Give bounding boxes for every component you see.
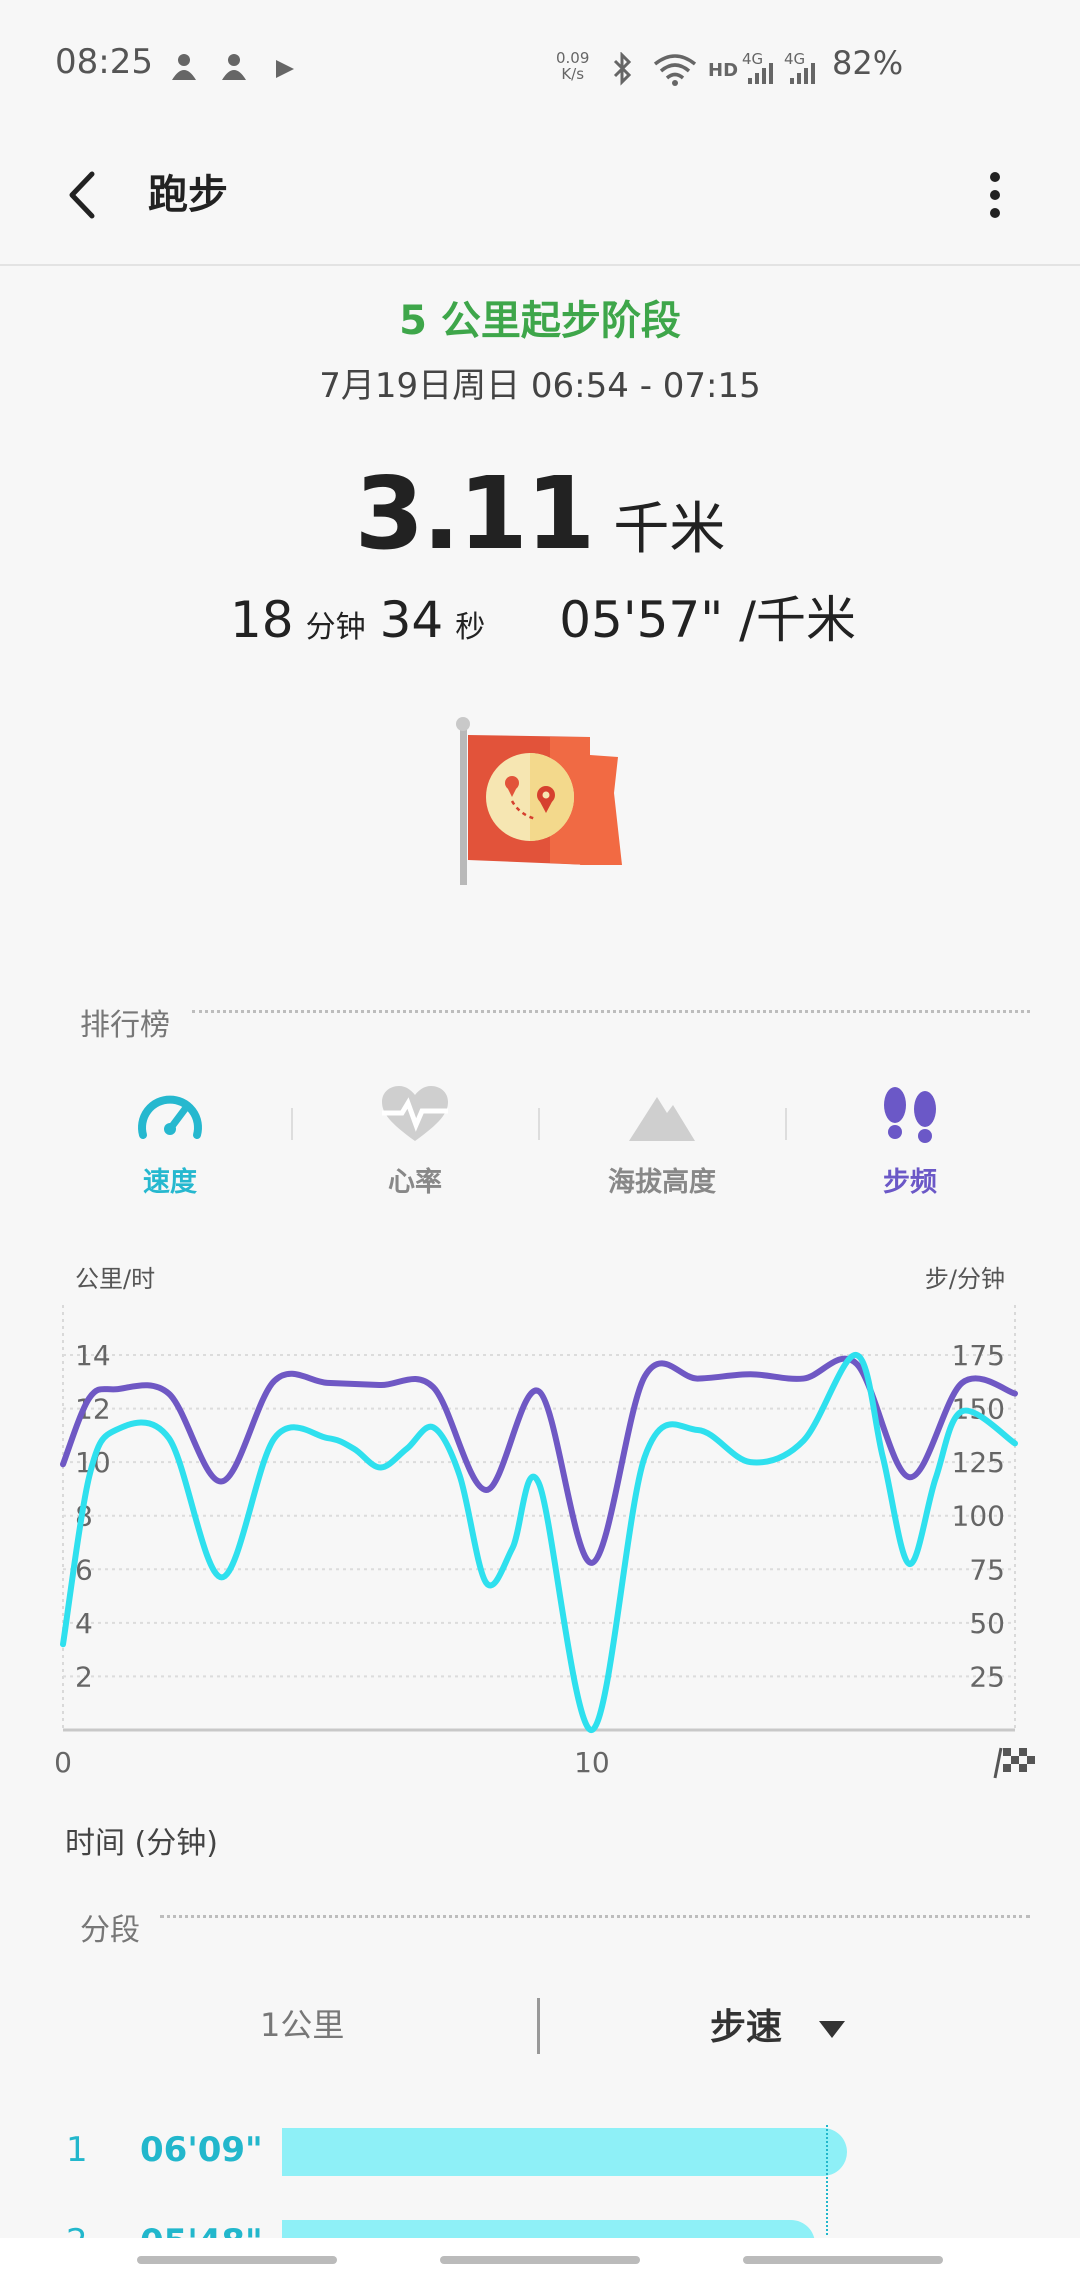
play-icon	[276, 60, 294, 78]
back-button[interactable]	[50, 160, 120, 230]
right-axis-tick: 125	[952, 1446, 1005, 1479]
tab-separator	[291, 1108, 293, 1140]
tab-separator	[538, 1108, 540, 1140]
section-divider	[160, 1915, 1030, 1918]
signal-icon	[790, 63, 815, 84]
pace-value: 05'57"	[559, 591, 724, 649]
status-time: 08:25	[55, 42, 153, 82]
battery-level: 82%	[832, 44, 904, 82]
signal-icon	[748, 63, 773, 84]
left-axis-tick: 2	[75, 1660, 93, 1693]
duration-and-pace: 18 分钟 34 秒 05'57" /千米	[230, 580, 856, 652]
tab-separator	[785, 1108, 787, 1140]
heart-rate-icon	[382, 1086, 448, 1141]
dropdown-arrow-icon	[818, 2021, 845, 2038]
notification-icon	[222, 54, 246, 80]
workout-date-range: 7月19日周日 06:54 - 07:15	[319, 366, 761, 406]
seconds-unit: 秒	[455, 610, 486, 645]
speed-cadence-chart[interactable]: 公里/时 步/分钟14121086421751501251007550250 10	[40, 1250, 1040, 1790]
segment-index: 1	[66, 2130, 88, 2170]
nav-back[interactable]	[743, 2256, 943, 2264]
bluetooth-icon	[613, 52, 632, 86]
tab-cadence[interactable]: 步频	[825, 1085, 995, 1198]
program-flag-icon[interactable]	[450, 715, 630, 890]
right-axis-title: 步/分钟	[925, 1265, 1005, 1293]
segment-unit-toggle[interactable]: 1公里	[260, 2000, 344, 2046]
network-speed-value: 0.09	[556, 49, 590, 67]
x-axis-tick: 0	[54, 1746, 72, 1779]
right-axis-tick: 175	[952, 1339, 1005, 1372]
notification-icon	[172, 54, 196, 80]
more-options-icon[interactable]	[975, 160, 1015, 230]
wifi-icon	[653, 54, 697, 86]
right-axis-tick: 100	[952, 1500, 1005, 1533]
segment-pace-bar	[282, 2128, 847, 2176]
duration-seconds: 34	[379, 591, 444, 649]
duration-minutes: 18	[230, 591, 294, 649]
left-axis-title: 公里/时	[75, 1265, 155, 1293]
segment-pace: 06'09"	[140, 2130, 263, 2170]
program-name: 5 公里起步阶段	[399, 298, 681, 344]
speedometer-icon	[138, 1095, 202, 1139]
footprints-icon	[884, 1087, 936, 1143]
page-title: 跑步	[148, 172, 228, 218]
minutes-unit: 分钟	[305, 610, 366, 645]
header-divider	[0, 264, 1080, 266]
tab-label: 海拔高度	[608, 1167, 716, 1198]
toggle-separator	[537, 1998, 540, 2054]
average-pace-line	[826, 2125, 828, 2235]
nav-home[interactable]	[440, 2256, 640, 2264]
distance-value: 3.11	[354, 455, 596, 572]
mountain-icon	[629, 1097, 695, 1141]
tab-label: 速度	[143, 1167, 197, 1198]
right-axis-tick: 25	[969, 1660, 1005, 1693]
network-speed-unit: K/s	[561, 65, 585, 83]
hd-indicator: HD	[708, 60, 739, 81]
segments-title: 分段	[80, 1913, 140, 1948]
speed-series-line	[60, 1352, 1018, 1734]
tab-speed[interactable]: 速度	[85, 1085, 255, 1198]
left-axis-tick: 4	[75, 1607, 93, 1640]
right-axis-tick: 75	[969, 1553, 1005, 1586]
distance: 3.11 千米	[0, 455, 1080, 572]
tab-heart-rate[interactable]: 心率	[330, 1085, 500, 1198]
network-speed: 0.09 K/s	[556, 50, 589, 82]
tab-label: 步频	[883, 1167, 937, 1198]
left-axis-tick: 14	[75, 1339, 111, 1372]
right-axis-tick: 50	[969, 1607, 1005, 1640]
leaderboard-title: 排行榜	[80, 1008, 170, 1043]
x-axis-tick: 10	[574, 1746, 610, 1779]
x-axis-title: 时间 (分钟)	[65, 1826, 218, 1861]
segment-sort-dropdown[interactable]: 步速	[710, 1998, 847, 2050]
right-axis-tick: 150	[952, 1393, 1005, 1426]
distance-unit: 千米	[613, 497, 726, 562]
pace-unit: /千米	[739, 591, 857, 649]
tab-altitude[interactable]: 海拔高度	[577, 1085, 747, 1198]
checkered-flag-icon	[993, 1747, 1035, 1779]
tab-label: 心率	[388, 1167, 442, 1198]
sort-label: 步速	[710, 2007, 783, 2048]
nav-recents[interactable]	[137, 2256, 337, 2264]
section-divider	[192, 1010, 1030, 1013]
